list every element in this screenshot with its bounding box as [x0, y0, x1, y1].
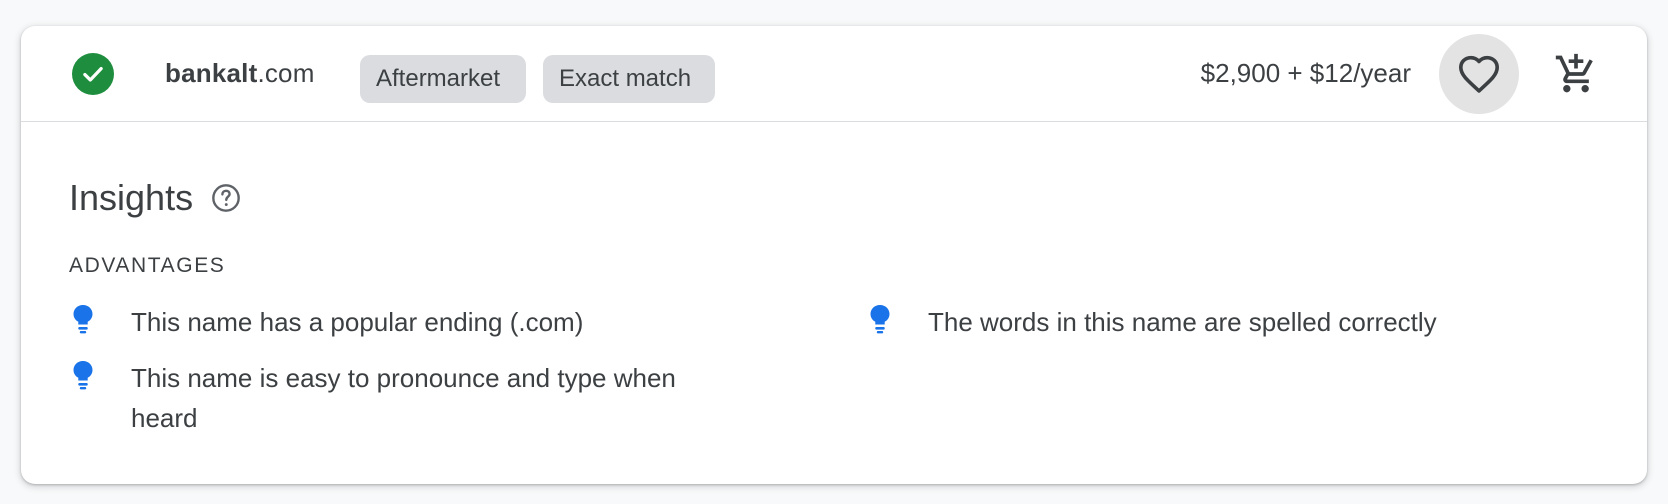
domain-result-card: bankalt.com Aftermarket Exact match $2,9…: [21, 26, 1647, 484]
advantage-item: This name has a popular ending (.com): [67, 302, 767, 342]
domain-tld: .com: [257, 58, 315, 88]
add-shopping-cart-icon: [1554, 52, 1598, 96]
aftermarket-chip: Aftermarket: [360, 55, 526, 103]
advantage-text: This name is easy to pronounce and type …: [131, 363, 676, 433]
lightbulb-icon: [67, 358, 99, 392]
lightbulb-icon: [864, 302, 896, 336]
result-header: bankalt.com Aftermarket Exact match $2,9…: [21, 26, 1647, 122]
domain-name[interactable]: bankalt.com: [165, 56, 315, 90]
domain-sld: bankalt: [165, 58, 258, 88]
heart-outline-icon: [1457, 54, 1501, 94]
exact-match-chip: Exact match: [543, 55, 715, 103]
advantages-label: ADVANTAGES: [69, 254, 226, 277]
advantage-text: The words in this name are spelled corre…: [928, 307, 1437, 337]
add-to-cart-button[interactable]: [1548, 46, 1604, 102]
advantage-item: The words in this name are spelled corre…: [864, 302, 1564, 342]
advantage-text: This name has a popular ending (.com): [131, 307, 584, 337]
advantage-item: This name is easy to pronounce and type …: [67, 358, 767, 438]
help-circle-icon[interactable]: [210, 182, 242, 214]
check-circle-icon: [72, 53, 114, 95]
favorite-button[interactable]: [1439, 34, 1519, 114]
lightbulb-icon: [67, 302, 99, 336]
insights-title: Insights: [69, 177, 194, 218]
price-label: $2,900 + $12/year: [1200, 58, 1411, 88]
